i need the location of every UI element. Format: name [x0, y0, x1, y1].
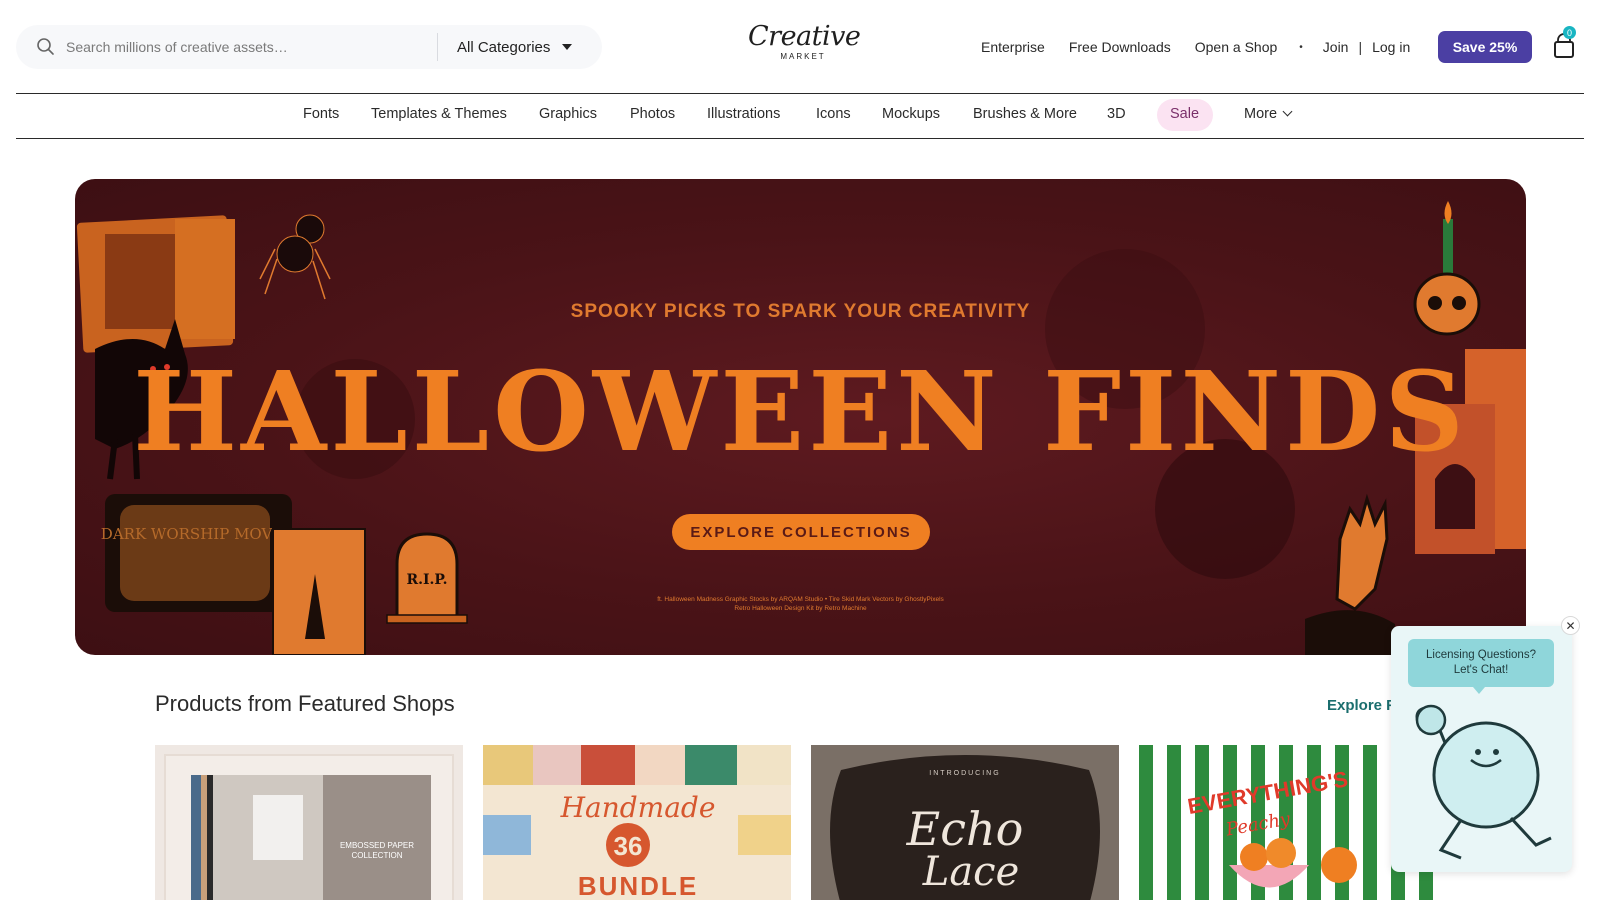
category-select-label: All Categories — [457, 38, 551, 56]
nav-pipe-separator: | — [1358, 39, 1363, 55]
product-thumbnail: INTRODUCING Echo Lace — [811, 745, 1119, 900]
product-card[interactable]: EMBOSSED PAPER COLLECTION — [155, 745, 463, 900]
hero-credit-line-2: Retro Halloween Design Kit by Retro Mach… — [734, 605, 867, 612]
nav-item-graphics[interactable]: Graphics — [539, 106, 597, 122]
nav-item-3d[interactable]: 3D — [1107, 106, 1126, 122]
product-card[interactable]: Handmade 36 BUNDLE — [483, 745, 791, 900]
explore-featured-link[interactable]: Explore F — [1327, 697, 1395, 714]
search-bar[interactable]: All Categories — [16, 25, 602, 69]
svg-text:COLLECTION: COLLECTION — [351, 851, 402, 860]
chat-bubble-tail — [1473, 687, 1485, 694]
creative-market-logo[interactable]: Creative MARKET — [748, 21, 861, 70]
nav-item-templates-themes[interactable]: Templates & Themes — [371, 106, 507, 122]
header-divider-top — [16, 93, 1584, 94]
svg-text:Lace: Lace — [922, 849, 1019, 895]
nav-item-icons[interactable]: Icons — [816, 106, 851, 122]
svg-text:Handmade: Handmade — [560, 791, 716, 824]
nav-item-more[interactable]: More — [1244, 106, 1293, 122]
chat-bubble[interactable]: Licensing Questions? Let's Chat! — [1408, 639, 1554, 687]
hero-banner[interactable]: DARK WORSHIP MOVIE R.I.P. SPOOKY PICKS T… — [75, 179, 1526, 655]
nav-item-illustrations[interactable]: Illustrations — [707, 106, 780, 122]
nav-item-photos[interactable]: Photos — [630, 106, 675, 122]
save-25-button[interactable]: Save 25% — [1438, 31, 1532, 63]
nav-item-mockups[interactable]: Mockups — [882, 106, 940, 122]
cart-button[interactable]: 0 — [1552, 26, 1576, 60]
nav-item-brushes-more[interactable]: Brushes & More — [973, 106, 1077, 122]
category-select[interactable]: All Categories — [457, 35, 573, 59]
header-divider-bottom — [16, 138, 1584, 139]
nav-item-sale[interactable]: Sale — [1170, 106, 1199, 122]
explore-collections-button[interactable]: EXPLORE COLLECTIONS — [672, 514, 930, 550]
tombstone-text: R.I.P. — [406, 572, 447, 588]
product-thumbnail: Handmade 36 BUNDLE — [483, 745, 791, 900]
svg-text:BUNDLE: BUNDLE — [578, 871, 698, 900]
svg-text:EMBOSSED PAPER: EMBOSSED PAPER — [340, 841, 414, 850]
chat-bubble-line-1: Licensing Questions? — [1426, 649, 1536, 661]
hero-credit-line-1: ft. Halloween Madness Graphic Stocks by … — [657, 596, 944, 603]
open-shop-link[interactable]: Open a Shop — [1195, 39, 1278, 55]
chevron-down-icon — [1282, 106, 1293, 117]
nav-item-fonts[interactable]: Fonts — [303, 106, 339, 122]
site-header: All Categories Creative MARKET Enterpris… — [0, 0, 1600, 93]
featured-section-title: Products from Featured Shops — [155, 691, 455, 716]
hero-title: HALLOWEEN FINDS — [133, 347, 1468, 476]
chat-close-button[interactable]: ✕ — [1561, 616, 1580, 635]
category-nav: Fonts Templates & Themes Graphics Photos… — [0, 98, 1600, 134]
zombie-hand-illustration — [1305, 493, 1395, 655]
chat-bubble-line-2: Let's Chat! — [1453, 664, 1509, 676]
product-thumbnail: EMBOSSED PAPER COLLECTION — [155, 745, 463, 900]
tv-text: DARK WORSHIP MOVIE — [101, 525, 289, 543]
cart-count-badge: 0 — [1563, 26, 1576, 39]
svg-text:INTRODUCING: INTRODUCING — [929, 770, 1000, 777]
free-downloads-link[interactable]: Free Downloads — [1069, 39, 1171, 55]
chat-widget[interactable]: Licensing Questions? Let's Chat! — [1391, 626, 1572, 872]
nav-item-more-label: More — [1244, 106, 1278, 122]
spider-icon — [259, 214, 331, 300]
search-icon — [37, 38, 54, 55]
caret-down-icon — [562, 44, 573, 50]
svg-text:36: 36 — [614, 831, 643, 861]
product-card[interactable]: INTRODUCING Echo Lace — [811, 745, 1119, 900]
search-input[interactable] — [66, 33, 436, 61]
logo-subtitle: MARKET — [780, 52, 826, 61]
hero-kicker: SPOOKY PICKS TO SPARK YOUR CREATIVITY — [570, 301, 1031, 322]
login-link[interactable]: Log in — [1372, 39, 1410, 55]
mascot-icon — [1415, 704, 1552, 860]
nav-dot-separator: • — [1299, 41, 1303, 53]
search-divider — [437, 33, 438, 61]
hero-credit: ft. Halloween Madness Graphic Stocks by … — [75, 595, 1526, 613]
svg-text:Echo: Echo — [906, 802, 1024, 856]
enterprise-link[interactable]: Enterprise — [981, 39, 1045, 55]
logo-wordmark: Creative — [748, 21, 861, 52]
top-nav: Enterprise Free Downloads Open a Shop • … — [981, 36, 1410, 58]
join-link[interactable]: Join — [1323, 39, 1349, 55]
